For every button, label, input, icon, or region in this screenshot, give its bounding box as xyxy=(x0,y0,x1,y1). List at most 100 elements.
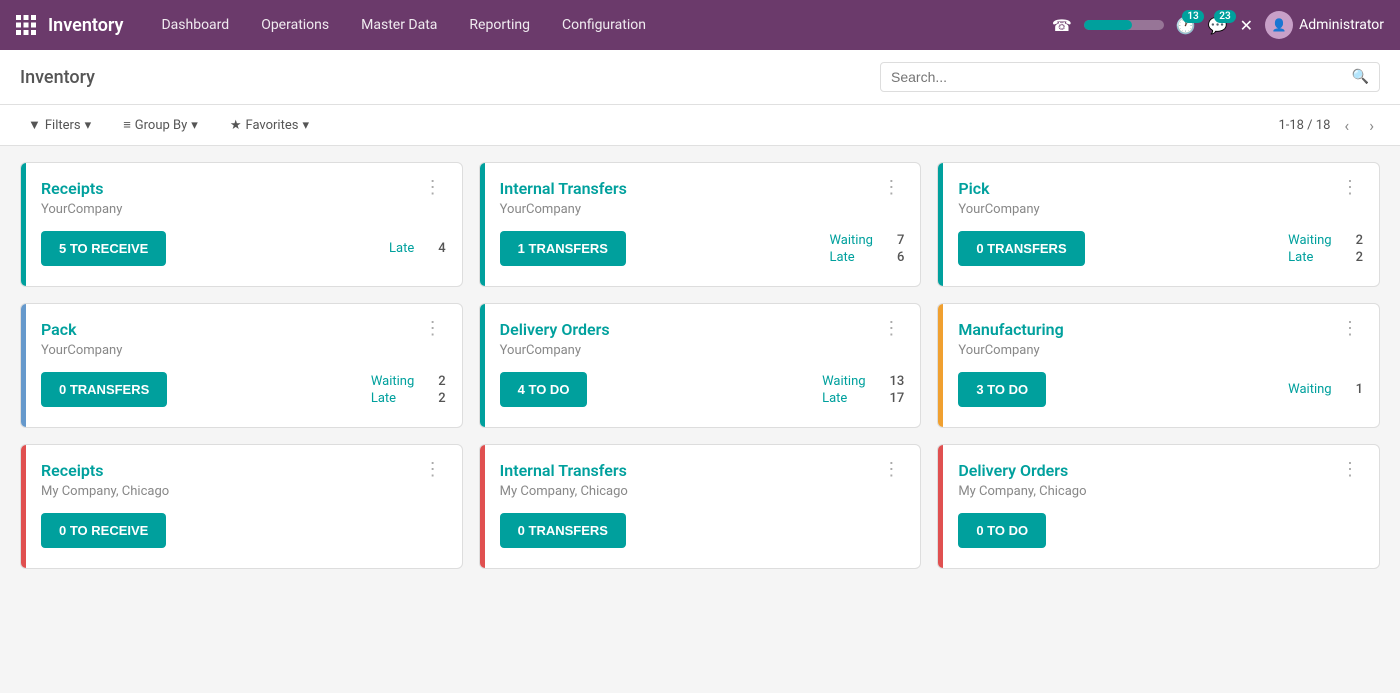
stat-value: 13 xyxy=(890,374,905,389)
stat-value: 6 xyxy=(897,250,904,265)
page-next-arrow[interactable]: › xyxy=(1363,114,1380,137)
stat-label: Waiting xyxy=(371,374,414,389)
card-action-btn[interactable]: 4 TO DO xyxy=(500,372,588,407)
card-pack-yourcompany: Pack ⋮ YourCompany 0 TRANSFERS Waiting 2… xyxy=(20,303,463,428)
card-body: Delivery Orders ⋮ My Company, Chicago 0 … xyxy=(938,445,1379,568)
card-menu-btn[interactable]: ⋮ xyxy=(420,179,446,197)
cards-grid: Receipts ⋮ YourCompany 5 TO RECEIVE Late… xyxy=(20,162,1380,569)
card-menu-btn[interactable]: ⋮ xyxy=(878,320,904,338)
user-menu[interactable]: 👤 Administrator xyxy=(1265,11,1384,39)
stat-label: Late xyxy=(371,391,396,406)
page-prev-arrow[interactable]: ‹ xyxy=(1338,114,1355,137)
card-body: Delivery Orders ⋮ YourCompany 4 TO DO Wa… xyxy=(480,304,921,427)
pagination-info: 1-18 / 18 xyxy=(1278,118,1330,133)
pagination: 1-18 / 18 ‹ › xyxy=(1278,114,1380,137)
card-subtitle: My Company, Chicago xyxy=(41,484,446,499)
nav-configuration[interactable]: Configuration xyxy=(548,9,660,41)
card-header-row: Receipts ⋮ xyxy=(41,179,446,198)
card-border xyxy=(21,304,26,427)
card-title[interactable]: Delivery Orders xyxy=(958,461,1068,480)
user-name: Administrator xyxy=(1299,17,1384,33)
card-subtitle: YourCompany xyxy=(958,343,1363,358)
nav-reporting[interactable]: Reporting xyxy=(455,9,544,41)
card-title[interactable]: Receipts xyxy=(41,179,103,198)
card-action-row: 0 TO RECEIVE xyxy=(41,513,446,548)
stat-row: Waiting 2 xyxy=(1288,233,1363,248)
card-action-btn[interactable]: 5 TO RECEIVE xyxy=(41,231,166,266)
card-action-row: 0 TRANSFERS Waiting 2 Late 2 xyxy=(41,372,446,407)
card-manufacturing-yourcompany: Manufacturing ⋮ YourCompany 3 TO DO Wait… xyxy=(937,303,1380,428)
card-stats: Waiting 2 Late 2 xyxy=(1288,233,1363,265)
card-title[interactable]: Pack xyxy=(41,320,77,339)
card-action-btn[interactable]: 0 TO RECEIVE xyxy=(41,513,166,548)
close-icon[interactable]: ✕ xyxy=(1240,16,1253,35)
nav-right: ☎ 🕐 13 💬 23 ✕ 👤 Administrator xyxy=(1052,11,1384,39)
stat-value: 2 xyxy=(1356,250,1363,265)
favorites-button[interactable]: ★ Favorites ▾ xyxy=(222,114,317,137)
card-action-btn[interactable]: 0 TRANSFERS xyxy=(41,372,167,407)
clock-badge: 13 xyxy=(1182,10,1203,23)
card-subtitle: YourCompany xyxy=(41,202,446,217)
groupby-chevron: ▾ xyxy=(191,118,198,133)
nav-master-data[interactable]: Master Data xyxy=(347,9,451,41)
nav-operations[interactable]: Operations xyxy=(247,9,343,41)
card-menu-btn[interactable]: ⋮ xyxy=(878,461,904,479)
card-internal-transfers-chicago: Internal Transfers ⋮ My Company, Chicago… xyxy=(479,444,922,569)
card-border xyxy=(938,304,943,427)
card-action-btn[interactable]: 0 TRANSFERS xyxy=(958,231,1084,266)
search-bar[interactable]: 🔍 xyxy=(880,62,1380,92)
stat-row: Waiting 7 xyxy=(829,233,904,248)
phone-icon[interactable]: ☎ xyxy=(1052,16,1072,35)
stat-row: Waiting 13 xyxy=(822,374,904,389)
card-menu-btn[interactable]: ⋮ xyxy=(1337,179,1363,197)
card-menu-btn[interactable]: ⋮ xyxy=(420,461,446,479)
card-header-row: Pick ⋮ xyxy=(958,179,1363,198)
card-stats: Late 4 xyxy=(389,241,446,256)
card-stats: Waiting 1 xyxy=(1288,382,1363,397)
card-action-row: 1 TRANSFERS Waiting 7 Late 6 xyxy=(500,231,905,266)
grid-menu-icon[interactable] xyxy=(16,15,36,35)
card-menu-btn[interactable]: ⋮ xyxy=(878,179,904,197)
card-header-row: Delivery Orders ⋮ xyxy=(958,461,1363,480)
search-input[interactable] xyxy=(891,69,1352,85)
card-title[interactable]: Pick xyxy=(958,179,989,198)
stat-row: Late 4 xyxy=(389,241,446,256)
card-menu-btn[interactable]: ⋮ xyxy=(420,320,446,338)
card-title[interactable]: Internal Transfers xyxy=(500,179,627,198)
stat-row: Late 2 xyxy=(371,391,446,406)
groupby-icon: ≡ xyxy=(123,117,131,133)
card-internal-transfers-yourcompany: Internal Transfers ⋮ YourCompany 1 TRANS… xyxy=(479,162,922,287)
card-action-btn[interactable]: 0 TO DO xyxy=(958,513,1046,548)
chat-icon[interactable]: 💬 23 xyxy=(1208,16,1228,35)
card-header-row: Internal Transfers ⋮ xyxy=(500,461,905,480)
card-header-row: Internal Transfers ⋮ xyxy=(500,179,905,198)
card-menu-btn[interactable]: ⋮ xyxy=(1337,461,1363,479)
card-subtitle: YourCompany xyxy=(958,202,1363,217)
card-title[interactable]: Internal Transfers xyxy=(500,461,627,480)
card-body: Internal Transfers ⋮ YourCompany 1 TRANS… xyxy=(480,163,921,286)
card-delivery-orders-yourcompany: Delivery Orders ⋮ YourCompany 4 TO DO Wa… xyxy=(479,303,922,428)
filters-button[interactable]: ▼ Filters ▾ xyxy=(20,113,99,137)
card-action-btn[interactable]: 3 TO DO xyxy=(958,372,1046,407)
star-icon: ★ xyxy=(230,118,242,133)
card-border xyxy=(938,163,943,286)
card-action-row: 0 TO DO xyxy=(958,513,1363,548)
card-menu-btn[interactable]: ⋮ xyxy=(1337,320,1363,338)
main-content: Receipts ⋮ YourCompany 5 TO RECEIVE Late… xyxy=(0,146,1400,585)
card-action-btn[interactable]: 1 TRANSFERS xyxy=(500,231,626,266)
filters-bar: ▼ Filters ▾ ≡ Group By ▾ ★ Favorites ▾ 1… xyxy=(0,105,1400,146)
card-action-row: 3 TO DO Waiting 1 xyxy=(958,372,1363,407)
nav-dashboard[interactable]: Dashboard xyxy=(147,9,243,41)
card-body: Internal Transfers ⋮ My Company, Chicago… xyxy=(480,445,921,568)
card-title[interactable]: Delivery Orders xyxy=(500,320,610,339)
nav-menu: Dashboard Operations Master Data Reporti… xyxy=(147,9,1051,41)
groupby-button[interactable]: ≡ Group By ▾ xyxy=(115,113,206,137)
card-title[interactable]: Receipts xyxy=(41,461,103,480)
clock-icon[interactable]: 🕐 13 xyxy=(1176,16,1196,35)
stat-label: Waiting xyxy=(1288,233,1331,248)
card-subtitle: YourCompany xyxy=(41,343,446,358)
card-title[interactable]: Manufacturing xyxy=(958,320,1063,339)
card-body: Receipts ⋮ My Company, Chicago 0 TO RECE… xyxy=(21,445,462,568)
card-action-btn[interactable]: 0 TRANSFERS xyxy=(500,513,626,548)
stat-label: Late xyxy=(829,250,854,265)
